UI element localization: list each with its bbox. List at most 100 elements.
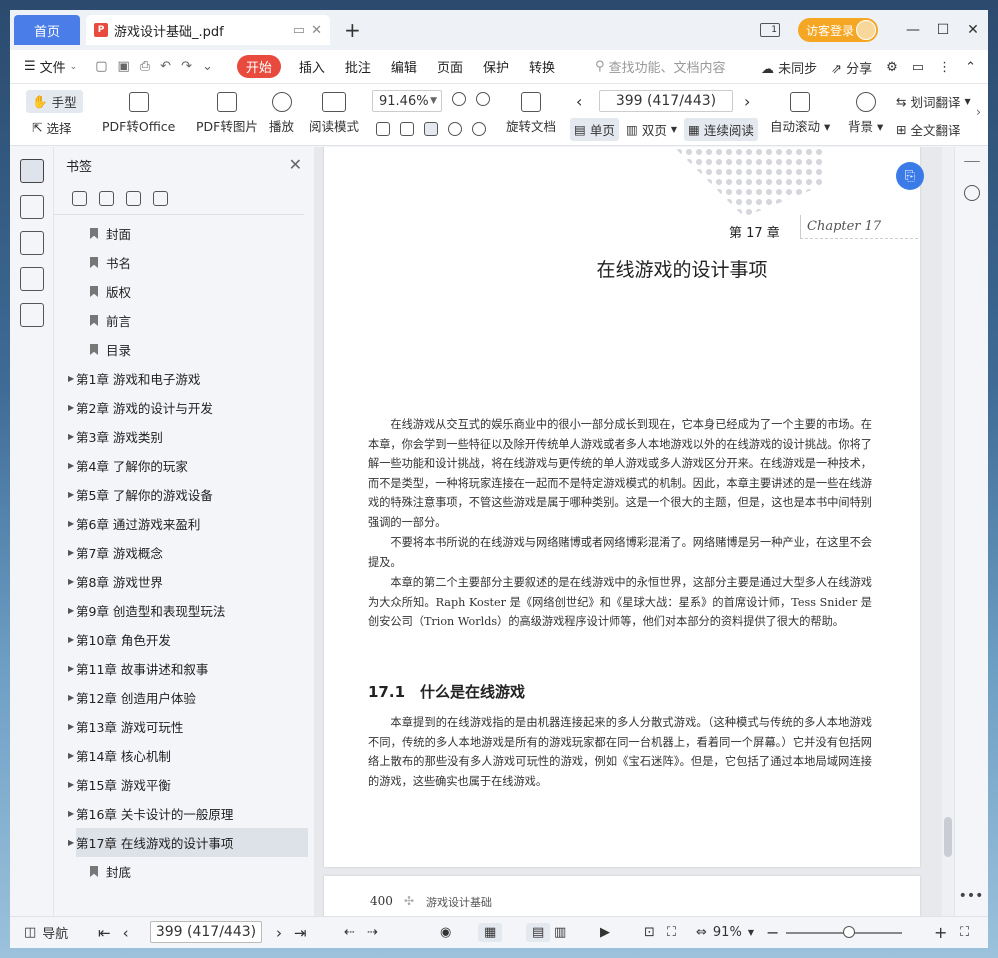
double-page-mode-icon[interactable]: ▥ [554, 925, 566, 940]
first-page-icon[interactable]: ⇤ [98, 924, 111, 942]
close-icon[interactable]: ✕ [289, 155, 302, 174]
expand-arrow-icon[interactable]: ▶ [68, 664, 74, 673]
expand-arrow-icon[interactable]: ▶ [68, 577, 74, 586]
expand-arrow-icon[interactable]: ▶ [68, 432, 74, 441]
prev-page-icon[interactable]: ‹ [123, 924, 129, 942]
play-button[interactable]: 播放 [269, 92, 294, 135]
bookmark-panel-icon[interactable] [19, 159, 44, 183]
continuous-read-button[interactable]: ▦ 连续阅读 [684, 118, 758, 141]
single-page-mode-icon[interactable]: ▤ [526, 923, 551, 942]
settings-icon[interactable]: ⚙ [886, 60, 898, 75]
expand-arrow-icon[interactable]: ▶ [68, 809, 74, 818]
hand-tool-button[interactable]: ✋ 手型 [26, 90, 83, 113]
bookmark-item[interactable]: ▶ 第5章 了解你的游戏设备 [54, 480, 308, 509]
new-tab-button[interactable]: + [344, 18, 361, 42]
ribbon-scroll-right-icon[interactable]: › [976, 104, 981, 119]
status-page-input[interactable]: 399 (417/443) [150, 921, 262, 943]
expand-arrow-icon[interactable]: ▶ [68, 519, 74, 528]
expand-arrow-icon[interactable]: ▶ [68, 635, 74, 644]
expand-arrow-icon[interactable]: ▶ [68, 548, 74, 557]
bookmark-item[interactable]: ▶ 第6章 通过游戏来盈利 [54, 509, 308, 538]
file-menu[interactable]: ☰ 文件 ⌄ [24, 57, 77, 76]
continuous-mode-icon[interactable]: ▦ [478, 923, 503, 942]
rotate-document-button[interactable]: 旋转文档 [506, 92, 556, 135]
minimize-icon[interactable]: — [898, 22, 928, 38]
pdf-to-image-button[interactable]: PDF转图片 [196, 92, 258, 135]
play-icon[interactable]: ▶ [600, 925, 610, 940]
forward-icon[interactable]: ⇢ [367, 925, 378, 940]
menu-edit[interactable]: 编辑 [391, 57, 417, 76]
expand-bookmark-icon[interactable] [126, 191, 141, 206]
bookmark-item[interactable]: ▶ 第12章 创造用户体验 [54, 683, 308, 712]
background-button[interactable]: 背景 ▾ [848, 92, 883, 135]
bookmark-item[interactable]: 封底 [54, 857, 308, 886]
bookmark-item[interactable]: ▶ 第9章 创造型和表现型玩法 [54, 596, 308, 625]
next-page-icon[interactable]: › [744, 92, 750, 111]
page-number-input[interactable]: 399 (417/443) [599, 90, 733, 112]
menu-protect[interactable]: 保护 [483, 57, 509, 76]
close-window-icon[interactable]: ✕ [958, 22, 988, 38]
search-input[interactable]: ⚲ 查找功能、文档内容 [595, 57, 726, 76]
ai-assistant-button[interactable]: ⎘ [896, 162, 924, 190]
comment-panel-icon[interactable] [19, 231, 44, 255]
menu-insert[interactable]: 插入 [299, 57, 325, 76]
navigation-toggle[interactable]: ◫ 导航 [24, 923, 68, 942]
expand-arrow-icon[interactable]: ▶ [68, 780, 74, 789]
bookmark-item[interactable]: ▶ 第14章 核心机制 [54, 741, 308, 770]
signature-panel-icon[interactable] [19, 303, 44, 327]
menu-convert[interactable]: 转换 [529, 57, 555, 76]
delete-bookmark-icon[interactable] [153, 191, 168, 206]
zoom-out-icon[interactable]: − [766, 923, 779, 942]
rotate-right-icon[interactable] [472, 122, 486, 136]
add-sub-bookmark-icon[interactable] [99, 191, 114, 206]
window-layout-icon[interactable]: 1 [760, 23, 780, 37]
bookmark-item[interactable]: ▶ 第11章 故事讲述和叙事 [54, 654, 308, 683]
thumbnail-panel-icon[interactable] [19, 195, 44, 219]
double-page-button[interactable]: ▥ 双页 ▼ [626, 120, 677, 139]
comment-icon[interactable]: ▭ [912, 60, 924, 75]
select-tool-button[interactable]: ⇱ 选择 [32, 118, 72, 137]
bookmark-item[interactable]: ▶ 第13章 游戏可玩性 [54, 712, 308, 741]
full-translate-button[interactable]: ⊞ 全文翻译 [896, 120, 961, 139]
actual-size-icon[interactable]: ⊡ [644, 925, 655, 940]
single-page-button[interactable]: ▤ 单页 [570, 118, 619, 141]
expand-arrow-icon[interactable]: ▶ [68, 693, 74, 702]
next-page-icon[interactable]: › [276, 924, 282, 942]
last-page-icon[interactable]: ⇥ [294, 924, 307, 942]
expand-arrow-icon[interactable]: ▶ [68, 374, 74, 383]
pin-tab-icon[interactable]: ▭ [293, 23, 305, 38]
vertical-scrollbar[interactable] [942, 147, 954, 916]
zoom-slider-knob[interactable] [843, 926, 855, 938]
pdf-to-office-button[interactable]: PDF转Office [102, 92, 175, 135]
read-mode-button[interactable]: 阅读模式 [309, 92, 359, 135]
bookmark-item[interactable]: ▶ 第7章 游戏概念 [54, 538, 308, 567]
menu-page[interactable]: 页面 [437, 57, 463, 76]
bookmark-item[interactable]: ▶ 第4章 了解你的玩家 [54, 451, 308, 480]
zoom-in-icon[interactable] [476, 92, 490, 106]
bookmark-item[interactable]: ▶ 第3章 游戏类别 [54, 422, 308, 451]
expand-arrow-icon[interactable]: ▶ [68, 461, 74, 470]
bookmark-item[interactable]: ▶ 第16章 关卡设计的一般原理 [54, 799, 308, 828]
quick-access-icons[interactable]: ▢▣⎙↶↷⌄ [95, 59, 223, 74]
share-button[interactable]: ⇗ 分享 [831, 58, 872, 77]
expand-arrow-icon[interactable]: ▶ [68, 722, 74, 731]
fullscreen-icon[interactable]: ⛶ [960, 925, 969, 940]
scroll-thumb[interactable] [944, 817, 952, 857]
collapse-ribbon-icon[interactable]: ⌃ [965, 60, 976, 75]
fit-page-icon[interactable] [400, 122, 414, 136]
bookmark-item[interactable]: ▶ 第8章 游戏世界 [54, 567, 308, 596]
actual-size-icon[interactable] [376, 122, 390, 136]
start-tab[interactable]: 开始 [236, 55, 281, 78]
bookmark-item[interactable]: ▶ 第1章 游戏和电子游戏 [54, 364, 308, 393]
fit-width-icon[interactable] [424, 122, 438, 136]
bookmark-item[interactable]: 版权 [54, 277, 308, 306]
zoom-dropdown[interactable]: ⇔ 91% ▼ [696, 925, 754, 940]
back-icon[interactable]: ⇠ [344, 925, 355, 940]
bookmark-item[interactable]: 封面 [54, 219, 308, 248]
zoom-out-icon[interactable] [452, 92, 466, 106]
expand-arrow-icon[interactable]: ▶ [68, 490, 74, 499]
more-icon[interactable]: ⋮ [938, 60, 951, 75]
document-tab[interactable]: P 游戏设计基础_.pdf ▭ ✕ [86, 15, 330, 45]
more-icon[interactable]: ••• [954, 888, 988, 904]
add-bookmark-icon[interactable] [72, 191, 87, 206]
